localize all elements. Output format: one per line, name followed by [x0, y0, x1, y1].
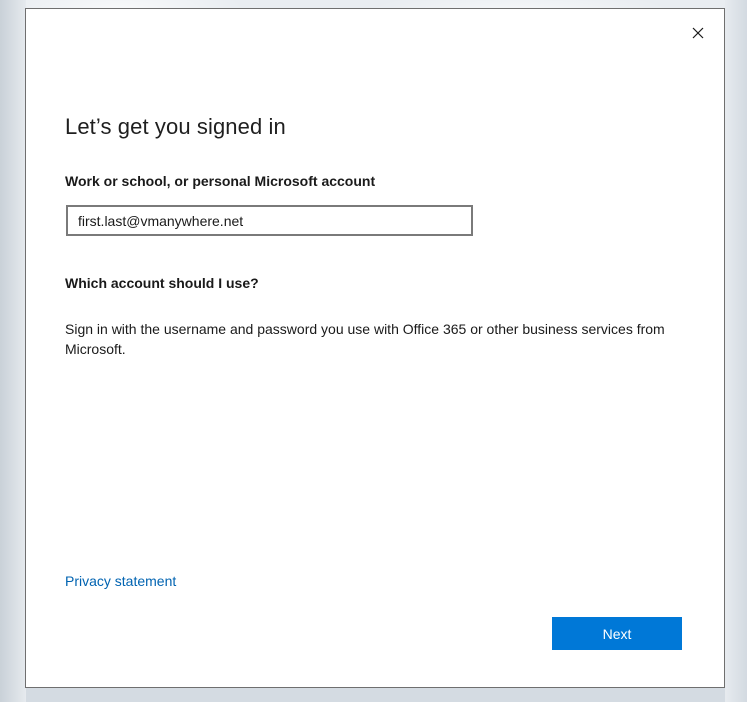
next-button[interactable]: Next: [552, 617, 682, 650]
email-field[interactable]: [66, 205, 473, 236]
help-heading: Which account should I use?: [65, 275, 259, 291]
help-text: Sign in with the username and password y…: [65, 321, 665, 357]
close-icon: [692, 27, 704, 39]
close-button[interactable]: [684, 21, 712, 45]
page-title: Let’s get you signed in: [65, 114, 286, 139]
backdrop-left-edge: [0, 0, 26, 702]
account-field-label: Work or school, or personal Microsoft ac…: [65, 173, 376, 189]
sign-in-dialog: Let’s get you signed in Work or school, …: [25, 8, 725, 688]
backdrop-right-edge: [725, 0, 747, 702]
privacy-statement-link[interactable]: Privacy statement: [65, 573, 176, 589]
